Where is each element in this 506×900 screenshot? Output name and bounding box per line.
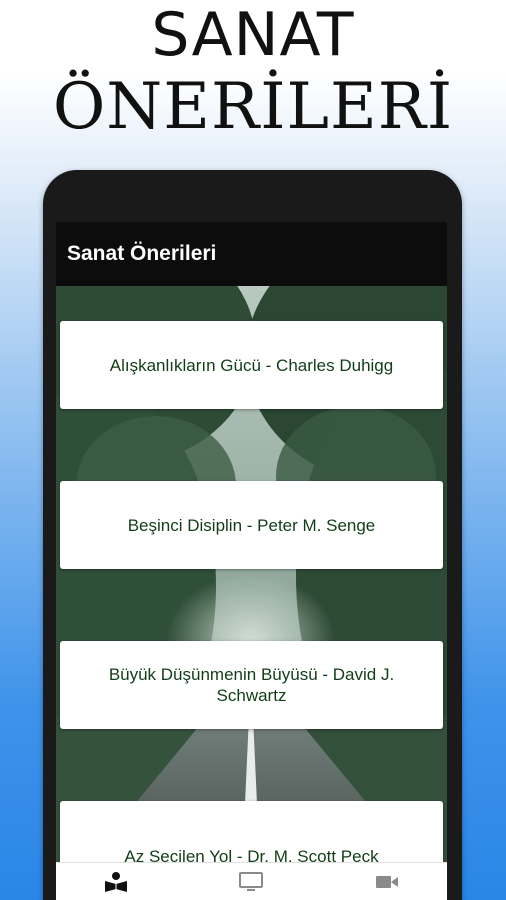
- app-bar: Sanat Önerileri: [56, 222, 447, 286]
- list-item[interactable]: Büyük Düşünmenin Büyüsü - David J. Schwa…: [60, 641, 443, 729]
- promo-title-line2: ÖNERİLERİ: [52, 70, 454, 144]
- video-camera-icon: [376, 876, 398, 888]
- nav-item-screen[interactable]: [234, 869, 268, 895]
- app-screen: Sanat Önerileri Alışkanlıkların Gücü - C…: [56, 222, 447, 900]
- app-bar-title: Sanat Önerileri: [67, 242, 217, 265]
- nav-item-reading[interactable]: [99, 869, 133, 895]
- bottom-navigation: [56, 862, 447, 900]
- list-item[interactable]: Alışkanlıkların Gücü - Charles Duhigg: [60, 321, 443, 409]
- book-reader-icon: [105, 872, 127, 892]
- nav-item-video[interactable]: [370, 869, 404, 895]
- promo-title-line1: SANAT: [151, 0, 355, 70]
- list-item[interactable]: Beşinci Disiplin - Peter M. Senge: [60, 481, 443, 569]
- monitor-icon: [239, 872, 263, 891]
